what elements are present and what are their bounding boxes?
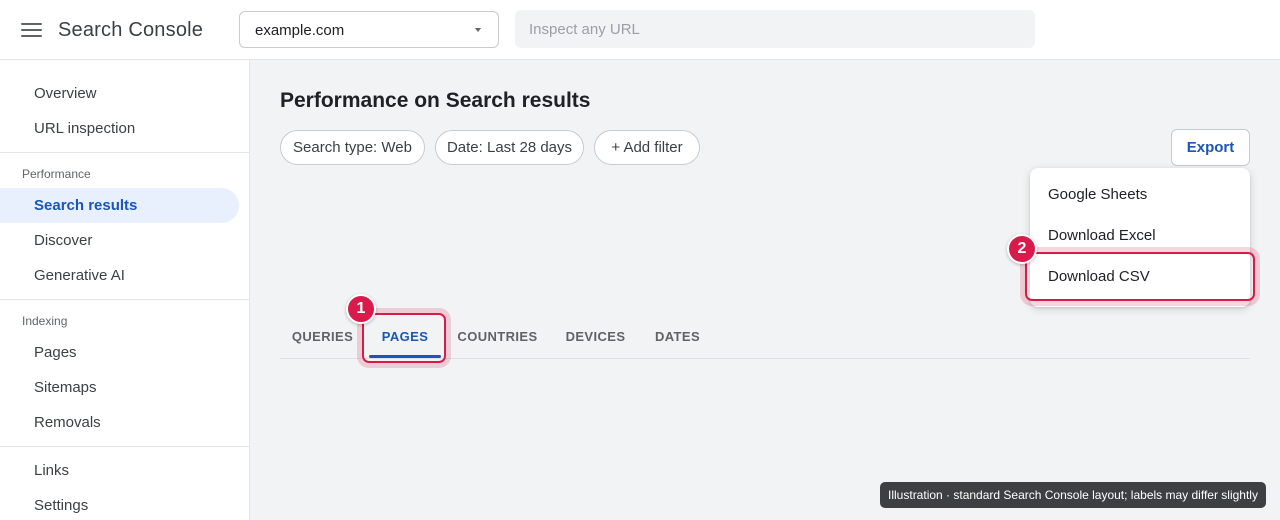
- app-title: Search Console: [58, 19, 204, 41]
- export-button[interactable]: Export: [1171, 129, 1250, 166]
- sidebar-item-links[interactable]: Links: [0, 453, 239, 488]
- sidebar-item-discover[interactable]: Discover: [0, 223, 239, 258]
- sidebar-item-search-results[interactable]: Search results: [0, 188, 239, 223]
- sidebar-item-url-inspection[interactable]: URL inspection: [0, 111, 239, 146]
- tabs-divider: [280, 358, 1250, 359]
- property-selector[interactable]: example.com: [239, 11, 499, 48]
- sidebar-heading-indexing: Indexing: [22, 314, 68, 328]
- sidebar-item-settings[interactable]: Settings: [0, 488, 239, 520]
- property-value: example.com: [255, 22, 345, 39]
- sidebar-divider: [0, 152, 249, 153]
- dropdown-caret-icon: [475, 28, 481, 32]
- sidebar-divider: [0, 299, 249, 300]
- sidebar-divider: [0, 446, 249, 447]
- sidebar-heading-performance: Performance: [22, 167, 91, 181]
- hamburger-menu-icon[interactable]: [14, 16, 48, 44]
- sidebar-item-generative-ai[interactable]: Generative AI: [0, 258, 239, 293]
- page-title: Performance on Search results: [280, 89, 591, 112]
- top-bar: Search Console example.com: [0, 0, 1280, 60]
- sidebar-item-pages[interactable]: Pages: [0, 335, 239, 370]
- tab-countries[interactable]: COUNTRIES: [451, 318, 544, 356]
- filter-chip-date[interactable]: Date: Last 28 days: [435, 130, 584, 165]
- add-filter-button[interactable]: + Add filter: [594, 130, 700, 165]
- tab-devices[interactable]: DEVICES: [556, 318, 635, 356]
- tab-queries[interactable]: QUERIES: [284, 318, 361, 356]
- step-badge-1: 1: [346, 294, 376, 324]
- menu-item-google-sheets[interactable]: Google Sheets: [1030, 174, 1250, 215]
- menu-item-download-excel[interactable]: Download Excel: [1030, 215, 1250, 256]
- filter-chip-search-type[interactable]: Search type: Web: [280, 130, 425, 165]
- sidebar-item-removals[interactable]: Removals: [0, 405, 239, 440]
- illustration-caption: Illustration · standard Search Console l…: [880, 482, 1266, 508]
- sidebar-item-overview[interactable]: Overview: [0, 76, 239, 111]
- tab-pages[interactable]: PAGES: [369, 318, 441, 356]
- menu-item-download-csv[interactable]: Download CSV: [1030, 256, 1250, 297]
- step-badge-2: 2: [1007, 234, 1037, 264]
- tab-dates[interactable]: DATES: [646, 318, 709, 356]
- sidebar-item-sitemaps[interactable]: Sitemaps: [0, 370, 239, 405]
- sidebar: Overview URL inspection Performance Sear…: [0, 60, 250, 520]
- export-menu: Google Sheets Download Excel Download CS…: [1030, 168, 1250, 307]
- inspect-url-input[interactable]: [515, 10, 1035, 48]
